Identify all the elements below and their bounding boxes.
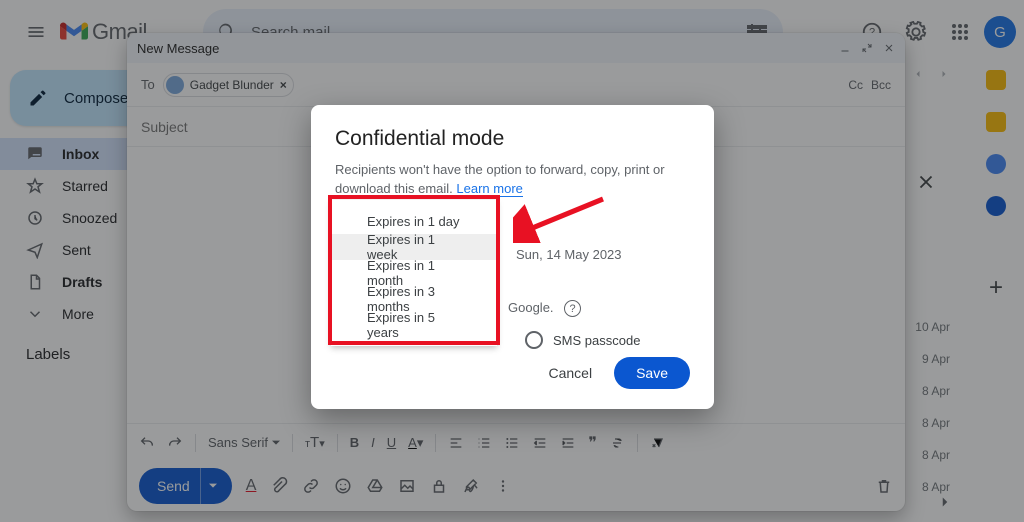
cancel-button[interactable]: Cancel — [538, 357, 602, 389]
expiry-option[interactable]: Expires in 1 week — [331, 234, 497, 260]
expiry-date: Sun, 14 May 2023 — [516, 247, 622, 262]
google-label: Google. — [508, 300, 554, 315]
expiry-option[interactable]: Expires in 1 day — [331, 208, 497, 234]
sms-passcode-option[interactable]: SMS passcode — [525, 331, 640, 349]
help-icon[interactable]: ? — [564, 300, 581, 317]
sms-label: SMS passcode — [553, 333, 640, 348]
expiry-option[interactable]: Expires in 1 month — [331, 260, 497, 286]
learn-more-link[interactable]: Learn more — [456, 181, 522, 197]
save-button[interactable]: Save — [614, 357, 690, 389]
expiry-option[interactable]: Expires in 3 months — [331, 286, 497, 312]
radio-icon — [525, 331, 543, 349]
modal-title: Confidential mode — [335, 127, 690, 151]
modal-description: Recipients won't have the option to forw… — [335, 161, 690, 199]
expiry-option[interactable]: Expires in 5 years — [331, 312, 497, 338]
expiry-dropdown: Expires in 1 day Expires in 1 week Expir… — [331, 200, 497, 346]
